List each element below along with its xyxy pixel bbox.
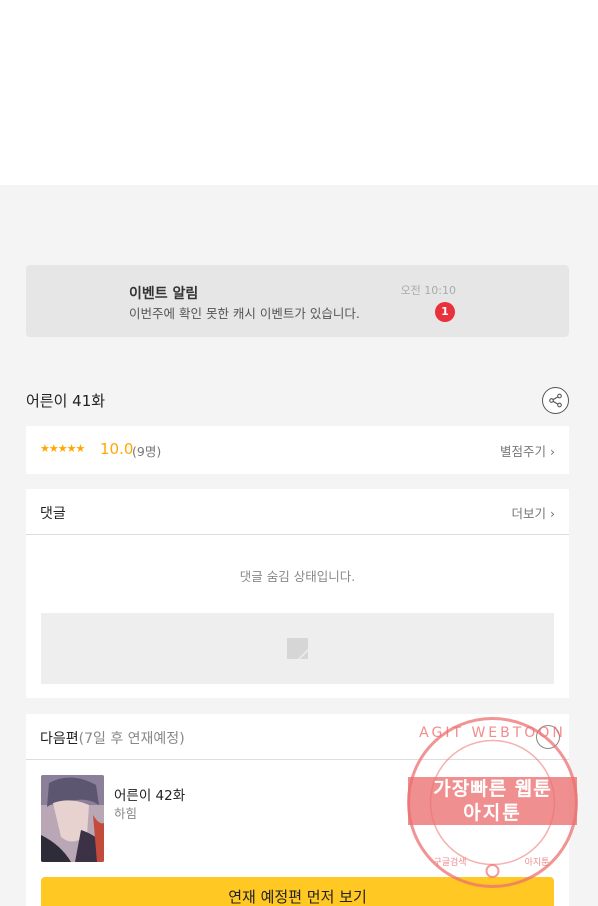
notification-button[interactable] [536,725,560,749]
share-button[interactable] [542,387,569,414]
event-message: 이번주에 확인 못한 캐시 이벤트가 있습니다. [129,306,360,321]
preview-episode-button[interactable]: 연재 예정편 먼저 보기 [41,877,554,906]
event-title: 이벤트 알림 [129,286,199,302]
rate-button[interactable]: 별점주기 › [500,441,555,460]
comment-more-link[interactable]: 더보기 › [512,503,555,522]
comment-header: 댓글 더보기 › [26,489,569,535]
next-episode-author: 하힘 [114,806,138,821]
event-badge: 1 [435,302,455,322]
placeholder-icon [287,638,308,659]
event-notification[interactable]: 이벤트 알림 이번주에 확인 못한 캐시 이벤트가 있습니다. 오전 10:10… [26,265,569,337]
rating-stars: ★★★★★ [40,442,85,455]
episode-thumbnail[interactable] [41,775,104,862]
share-icon [549,393,562,408]
rating-card: ★★★★★ 10.0 (9명) 별점주기 › [26,426,569,474]
comment-section: 댓글 더보기 › 댓글 숨김 상태입니다. [26,489,569,698]
next-episode-schedule: (7일 후 연재예정) [78,731,185,747]
comment-hidden-message: 댓글 숨김 상태입니다. [239,569,356,584]
next-episode-section: 다음편(7일 후 연재예정) 어른이 42화 하힘 연재 예정편 먼저 보기 [26,714,569,906]
next-episode-name[interactable]: 어른이 42화 [114,784,185,804]
ad-placeholder [41,613,554,684]
next-episode-header: 다음편(7일 후 연재예정) [26,714,569,760]
rating-score: 10.0 [100,440,134,458]
episode-title: 어른이 41화 [26,392,106,410]
rating-count: (9명) [132,444,162,459]
comment-title: 댓글 [40,506,66,522]
top-content-area [0,0,598,185]
thumbnail-image [41,775,104,862]
next-episode-title: 다음편(7일 후 연재예정) [40,731,185,747]
event-time: 오전 10:10 [400,284,456,297]
